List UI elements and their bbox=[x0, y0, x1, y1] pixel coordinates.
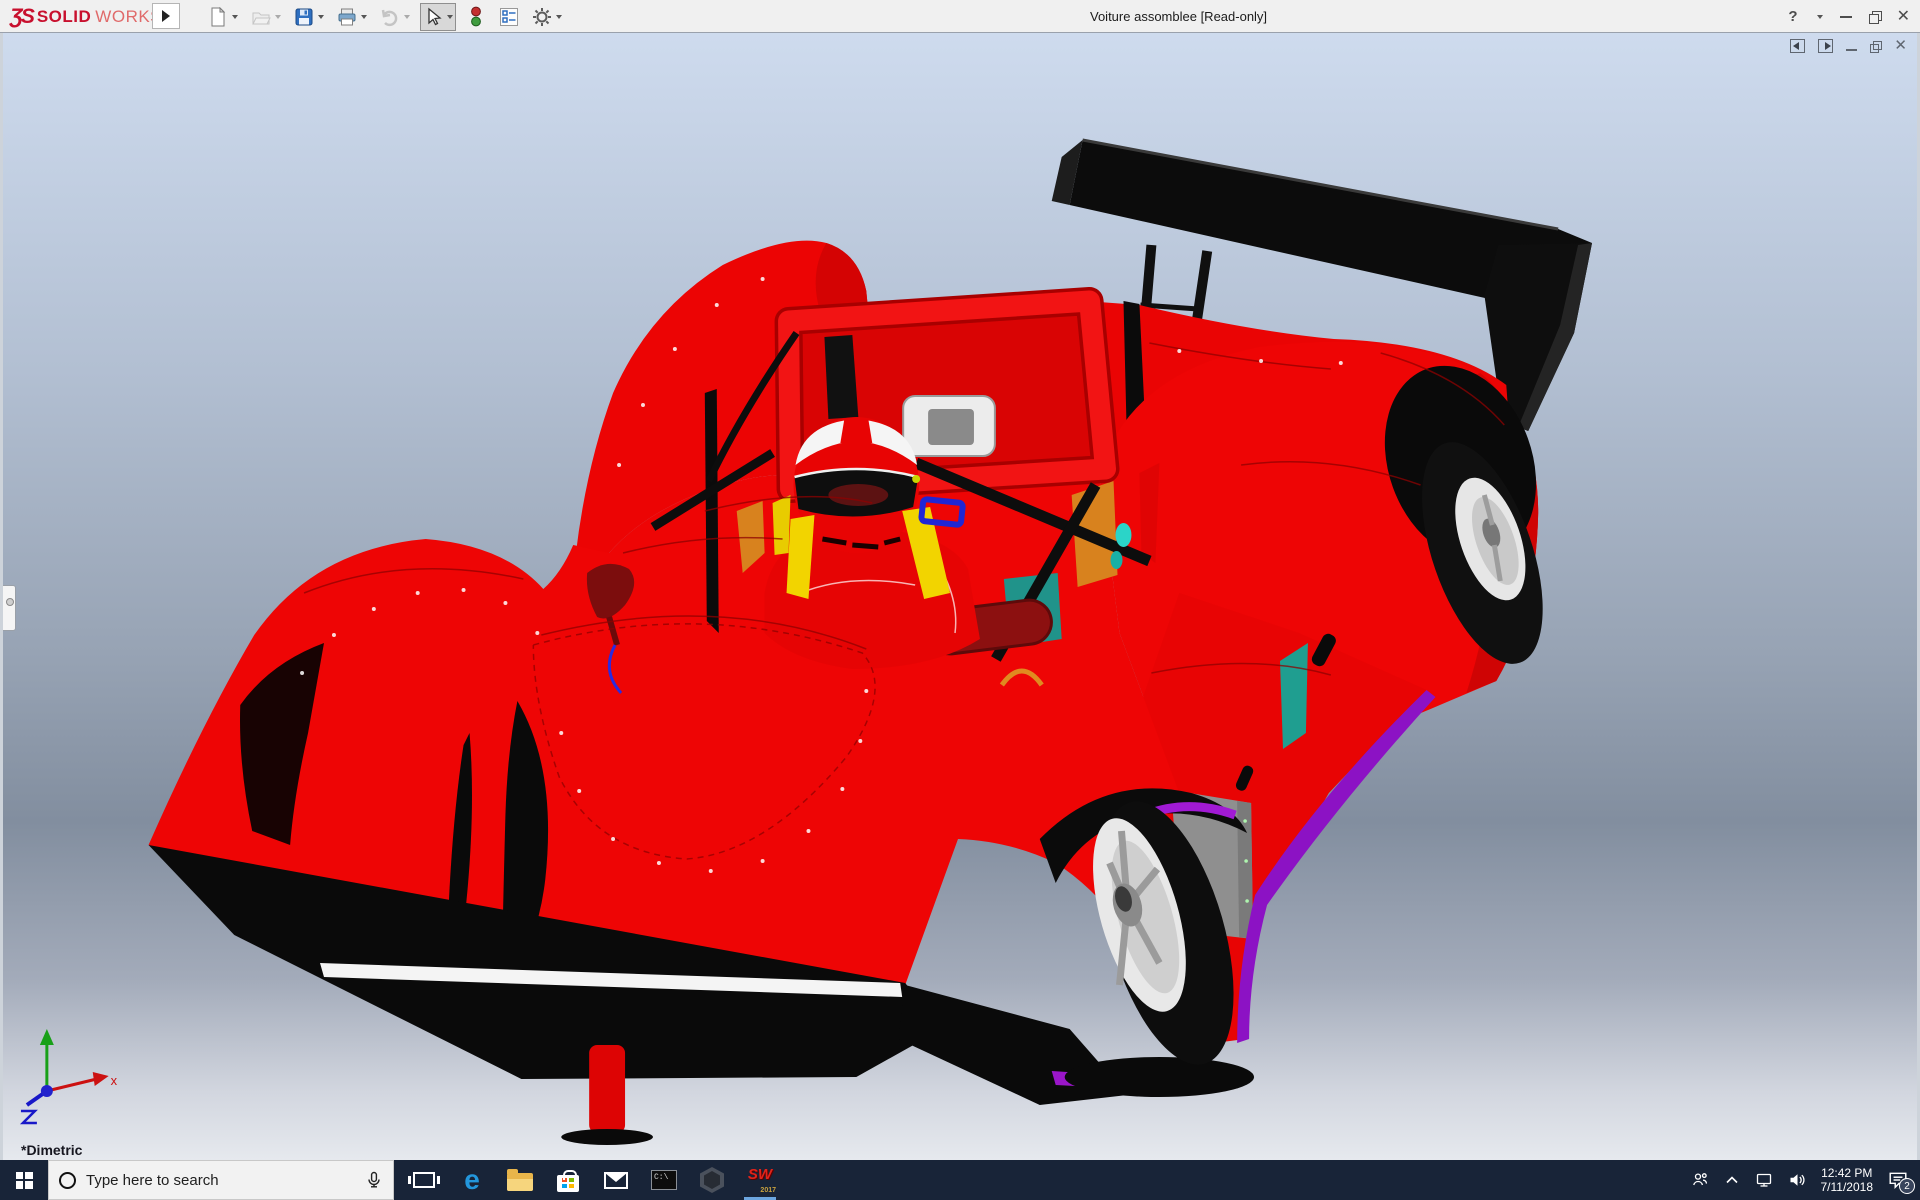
solidworks-logo: ƷS SOLID WORKS bbox=[10, 0, 162, 33]
solidworks-taskbar-button[interactable]: SW 2017 bbox=[736, 1160, 784, 1200]
new-document-button[interactable] bbox=[205, 3, 241, 31]
undo-dropdown-caret[interactable] bbox=[404, 14, 410, 19]
window-controls: ? ✕ bbox=[1788, 0, 1910, 33]
windows-taskbar: e C:\ SW 2017 bbox=[0, 1160, 1920, 1200]
quick-access-toolbar bbox=[205, 0, 565, 33]
tray-date: 7/11/2018 bbox=[1820, 1180, 1874, 1194]
help-button[interactable]: ? bbox=[1788, 8, 1797, 25]
doc-minimize-button[interactable] bbox=[1846, 49, 1858, 51]
document-title: Voiture assomblee [Read-only] bbox=[1090, 9, 1268, 24]
document-window-controls: ✕ bbox=[1790, 38, 1907, 53]
edge-icon: e bbox=[464, 1164, 480, 1195]
chevron-up-icon[interactable] bbox=[1724, 1173, 1740, 1187]
options-gear-icon bbox=[533, 7, 551, 26]
new-dropdown-caret[interactable] bbox=[232, 14, 238, 19]
clock[interactable]: 12:42 PM 7/11/2018 bbox=[1821, 1166, 1874, 1194]
undo-arrow-icon bbox=[381, 9, 398, 26]
doc-close-button[interactable]: ✕ bbox=[1894, 38, 1907, 53]
undo-button[interactable] bbox=[377, 3, 413, 31]
windows-logo-icon bbox=[15, 1171, 33, 1189]
save-button[interactable] bbox=[291, 3, 327, 31]
microphone-icon[interactable] bbox=[365, 1171, 383, 1189]
3ds-logo-mark: ƷS bbox=[10, 4, 35, 28]
file-properties-icon bbox=[500, 7, 518, 26]
view-orientation-label: *Dimetric bbox=[21, 1142, 83, 1158]
file-explorer-button[interactable] bbox=[496, 1160, 544, 1200]
notification-badge: 2 bbox=[1899, 1178, 1915, 1194]
edge-button[interactable]: e bbox=[448, 1160, 496, 1200]
file-properties-button[interactable] bbox=[496, 3, 522, 31]
mail-button[interactable] bbox=[592, 1160, 640, 1200]
hexagon-app-icon bbox=[700, 1167, 724, 1193]
speaker-icon[interactable] bbox=[1788, 1172, 1806, 1188]
composer-button[interactable] bbox=[688, 1160, 736, 1200]
collapse-pane-icon[interactable] bbox=[1790, 39, 1806, 53]
help-dropdown-caret[interactable] bbox=[1816, 14, 1823, 19]
menu-flyout-button[interactable] bbox=[152, 3, 180, 29]
expand-pane-icon[interactable] bbox=[1818, 39, 1834, 53]
mail-icon bbox=[604, 1171, 628, 1189]
select-dropdown-caret[interactable] bbox=[447, 14, 453, 19]
rebuild-stoplight-icon bbox=[471, 6, 481, 26]
x-axis-label: x bbox=[111, 1073, 118, 1088]
titlebar: ƷS SOLID WORKS Voiture assomblee [Read-o… bbox=[0, 0, 1920, 33]
command-prompt-button[interactable]: C:\ bbox=[640, 1160, 688, 1200]
new-document-icon bbox=[211, 6, 226, 26]
doc-restore-button[interactable] bbox=[1870, 40, 1883, 53]
rebuild-button[interactable] bbox=[463, 2, 489, 32]
print-icon bbox=[338, 8, 356, 25]
brand-name-bold: SOLID bbox=[36, 6, 92, 26]
open-dropdown-caret[interactable] bbox=[275, 14, 281, 19]
print-button[interactable] bbox=[334, 3, 370, 31]
solidworks-window: ƷS SOLID WORKS Voiture assomblee [Read-o… bbox=[0, 0, 1920, 1200]
network-icon[interactable] bbox=[1755, 1172, 1773, 1188]
taskbar-app-icons: e C:\ SW 2017 bbox=[400, 1160, 784, 1200]
open-button[interactable] bbox=[248, 3, 284, 31]
save-dropdown-caret[interactable] bbox=[318, 14, 324, 19]
3d-viewport[interactable]: x bbox=[3, 33, 1917, 1160]
print-dropdown-caret[interactable] bbox=[361, 14, 367, 19]
close-button[interactable]: ✕ bbox=[1897, 8, 1910, 25]
cortana-icon bbox=[59, 1171, 76, 1189]
minimize-button[interactable] bbox=[1839, 15, 1852, 18]
save-floppy-icon bbox=[295, 8, 313, 25]
store-button[interactable] bbox=[544, 1160, 592, 1200]
options-button[interactable] bbox=[529, 3, 565, 31]
select-button[interactable] bbox=[420, 2, 456, 31]
taskbar-search[interactable] bbox=[48, 1160, 394, 1200]
system-tray: 12:42 PM 7/11/2018 2 bbox=[1691, 1160, 1920, 1200]
feature-manager-splitter-tab[interactable] bbox=[3, 585, 16, 631]
tray-time: 12:42 PM bbox=[1821, 1166, 1873, 1180]
options-dropdown-caret[interactable] bbox=[556, 14, 562, 19]
people-icon[interactable] bbox=[1691, 1172, 1709, 1188]
solidworks-app-icon: SW 2017 bbox=[747, 1166, 776, 1194]
store-icon bbox=[557, 1169, 579, 1192]
triad-origin bbox=[40, 1085, 53, 1097]
command-prompt-icon: C:\ bbox=[651, 1170, 677, 1190]
start-button[interactable] bbox=[0, 1160, 48, 1200]
support-stand bbox=[589, 1045, 626, 1133]
task-view-button[interactable] bbox=[400, 1160, 448, 1200]
search-input[interactable] bbox=[86, 1171, 355, 1189]
task-view-icon bbox=[408, 1172, 440, 1188]
file-explorer-icon bbox=[507, 1169, 533, 1191]
flyout-arrow-icon bbox=[162, 10, 170, 22]
select-cursor-icon bbox=[428, 7, 442, 25]
open-folder-icon bbox=[252, 12, 271, 24]
action-center-button[interactable]: 2 bbox=[1888, 1171, 1915, 1194]
restore-button[interactable] bbox=[1868, 11, 1882, 24]
graphics-area[interactable]: x ✕ *Dimetric bbox=[0, 33, 1920, 1160]
